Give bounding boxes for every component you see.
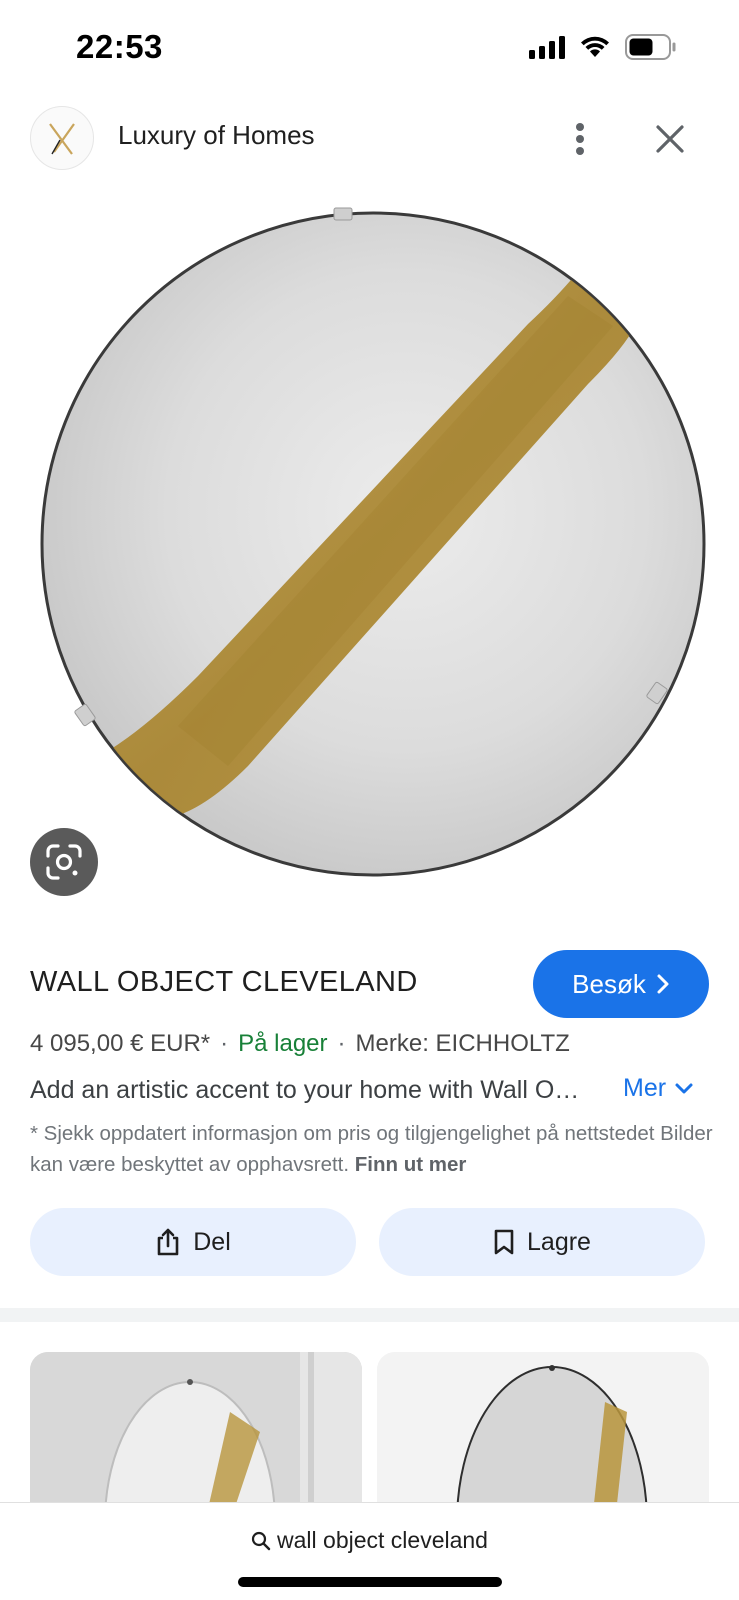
chevron-right-icon bbox=[657, 974, 669, 994]
google-lens-button[interactable] bbox=[30, 828, 98, 896]
related-image-2[interactable] bbox=[377, 1352, 709, 1512]
learn-more-link[interactable]: Finn ut mer bbox=[355, 1153, 467, 1176]
product-image[interactable] bbox=[28, 206, 714, 892]
stock-status: På lager bbox=[238, 1030, 328, 1057]
related-mirror-image bbox=[30, 1352, 362, 1512]
separator: · bbox=[220, 1030, 229, 1057]
price-row: 4 095,00 € EUR* · På lager · Merke: EICHHOLT… bbox=[30, 1030, 570, 1058]
search-query[interactable]: wall object cleveland bbox=[0, 1527, 739, 1554]
more-button[interactable]: Mer bbox=[623, 1074, 694, 1103]
close-icon bbox=[656, 125, 684, 153]
related-mirror-image bbox=[377, 1352, 709, 1512]
share-button[interactable]: Del bbox=[30, 1208, 356, 1276]
wifi-icon bbox=[579, 35, 611, 59]
round-mirror-image bbox=[40, 207, 706, 877]
bottom-search-bar[interactable]: wall object cleveland bbox=[0, 1502, 739, 1600]
close-button[interactable] bbox=[648, 114, 692, 164]
section-divider bbox=[0, 1308, 739, 1322]
save-button[interactable]: Lagre bbox=[379, 1208, 705, 1276]
site-name[interactable]: Luxury of Homes bbox=[118, 120, 315, 151]
separator: · bbox=[337, 1030, 346, 1057]
site-logo[interactable] bbox=[30, 106, 94, 170]
share-icon bbox=[157, 1228, 179, 1256]
source-header: Luxury of Homes bbox=[0, 104, 739, 172]
product-title: WALL OBJECT CLEVELAND bbox=[30, 966, 418, 998]
status-icons bbox=[529, 34, 677, 60]
lens-icon bbox=[46, 844, 82, 880]
search-icon bbox=[251, 1531, 271, 1550]
chevron-down-icon bbox=[675, 1083, 693, 1093]
save-label: Lagre bbox=[527, 1227, 591, 1256]
status-time: 22:53 bbox=[76, 28, 163, 65]
search-query-text: wall object cleveland bbox=[277, 1527, 488, 1553]
more-label: Mer bbox=[623, 1074, 667, 1102]
share-label: Del bbox=[193, 1227, 231, 1256]
product-description: Add an artistic accent to your home with… bbox=[30, 1076, 590, 1104]
visit-button-label: Besøk bbox=[572, 968, 646, 999]
status-bar: 22:53 bbox=[0, 0, 739, 96]
luxury-of-homes-logo-icon bbox=[49, 123, 75, 155]
bookmark-icon bbox=[494, 1229, 514, 1255]
price: 4 095,00 € EUR* bbox=[30, 1030, 211, 1057]
disclaimer: * Sjekk oppdatert informasjon om pris og… bbox=[30, 1118, 720, 1180]
battery-icon bbox=[625, 34, 677, 60]
home-indicator bbox=[238, 1577, 502, 1587]
more-vert-icon bbox=[576, 123, 584, 155]
brand: Merke: EICHHOLTZ bbox=[355, 1030, 570, 1057]
more-options-button[interactable] bbox=[560, 114, 600, 164]
related-image-1[interactable] bbox=[30, 1352, 362, 1512]
visit-button[interactable]: Besøk bbox=[533, 950, 709, 1018]
cellular-signal-icon bbox=[529, 35, 565, 59]
